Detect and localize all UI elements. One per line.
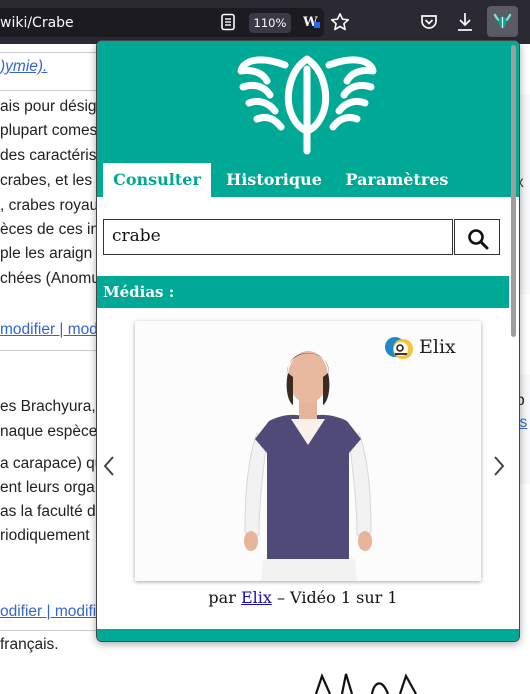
pocket-icon[interactable] [419, 12, 439, 32]
elix-speech-bubbles-icon [385, 337, 413, 359]
wiki-text-line: ple les araign [0, 245, 93, 262]
caption-prefix: par [208, 588, 241, 607]
tab-parametres[interactable]: Paramètres [343, 163, 451, 197]
chevron-right-icon [494, 456, 505, 476]
extension-w-icon[interactable]: W [302, 13, 323, 31]
elix-brand-logo: Elix [385, 335, 469, 363]
reader-view-icon[interactable] [219, 13, 237, 31]
wiki-edit-link[interactable]: modifier | mod [0, 321, 98, 339]
wiki-text-line: , crabes royau [0, 197, 99, 214]
elix-brand-name: Elix [419, 336, 456, 358]
elix-wings-logo-icon [237, 47, 377, 155]
wiki-divider [0, 630, 96, 631]
wiki-divider [0, 350, 96, 351]
wiki-text-line: chées (Anomu [0, 270, 100, 287]
search-input[interactable] [104, 220, 450, 252]
browser-toolbar: wiki/Crabe 110% W [0, 0, 530, 44]
previous-media-button[interactable] [101, 455, 117, 477]
section-header-medias: Médias : [97, 276, 509, 308]
search-button[interactable] [454, 219, 500, 255]
popup-scrollbar[interactable] [511, 45, 516, 337]
wiki-text-line: crabes, et les [0, 172, 93, 189]
wiki-divider [0, 52, 96, 53]
wiki-text-line: riodiquement [0, 527, 90, 544]
wiki-text-line: des caractéris [0, 147, 97, 164]
wiki-text-line: as la faculté d [0, 503, 96, 520]
wiki-edit-link[interactable]: odifier | modifi [0, 603, 96, 621]
url-text[interactable]: wiki/Crabe [0, 15, 74, 31]
wiki-link[interactable]: )ymie). [0, 58, 47, 76]
wiki-text-line: français. [0, 636, 59, 653]
wiki-text-line: plupart comes [0, 122, 98, 139]
caption-author-link[interactable]: Elix [241, 588, 272, 607]
zoom-level-badge[interactable]: 110% [249, 13, 291, 33]
wiki-illustration [312, 672, 430, 694]
wiki-text-line: naque espèce. [0, 423, 102, 440]
next-media-button[interactable] [491, 455, 507, 477]
sign-language-video[interactable]: Elix [135, 321, 481, 581]
wiki-divider [0, 90, 96, 91]
next-section-bar [97, 629, 519, 641]
bookmark-star-icon[interactable] [330, 12, 350, 32]
wiki-text-line: èces de ces in [0, 221, 100, 238]
wiki-text-line: ent leurs orga [0, 479, 95, 496]
wiki-text-line: es Brachyura, [0, 398, 96, 415]
chevron-left-icon [103, 456, 114, 476]
popup-header: Consulter Historique Paramètres [97, 41, 519, 197]
media-caption: par Elix – Vidéo 1 sur 1 [97, 588, 509, 607]
elix-extension-popup: Consulter Historique Paramètres Médias : [96, 40, 520, 642]
wiki-text-line: ais pour désig [0, 98, 97, 115]
caption-suffix: – Vidéo 1 sur 1 [271, 588, 398, 607]
tab-consulter[interactable]: Consulter [103, 163, 211, 197]
extension-elix-icon[interactable] [487, 6, 518, 37]
search-icon [468, 229, 489, 250]
wiki-text-line: a carapace) qu [0, 455, 104, 472]
section-title: Médias : [103, 283, 175, 301]
search-box [103, 219, 453, 255]
download-icon[interactable] [455, 11, 475, 33]
tab-historique[interactable]: Historique [219, 163, 329, 197]
